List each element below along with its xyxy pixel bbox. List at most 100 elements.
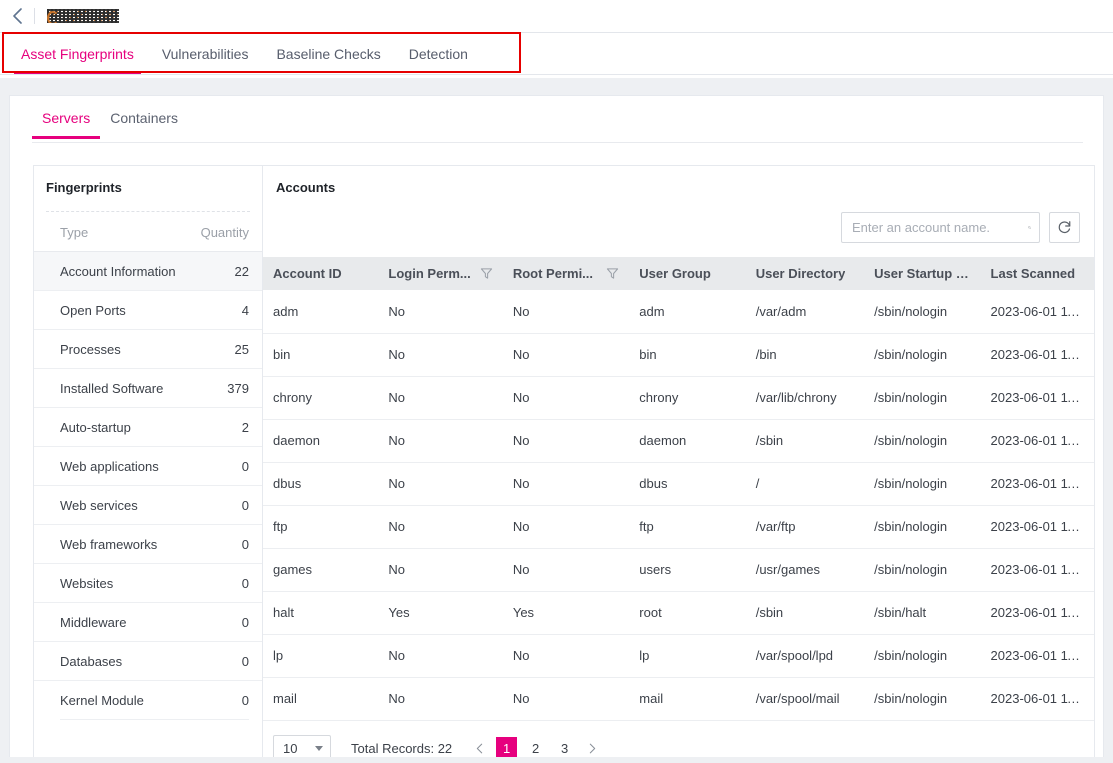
sidebar-item[interactable]: Kernel Module 0 (34, 680, 262, 719)
table-cell: /var/spool/mail (745, 677, 865, 721)
table-cell: /var/ftp (745, 505, 865, 549)
table-column-label: User Directory (755, 266, 846, 281)
table-cell: halt (263, 591, 379, 635)
sidebar-item[interactable]: Middleware 0 (34, 602, 262, 641)
sidebar-item-quantity: 379 (227, 380, 249, 396)
main-tab-list: Asset Fingerprints Vulnerabilities Basel… (0, 33, 1113, 78)
table-cell: No (378, 634, 503, 678)
table-row[interactable]: ftp No No ftp/var/ftp/sbin/nologin 2023-06-0… (263, 505, 1094, 549)
table-cell: games (263, 548, 379, 592)
table-row[interactable]: daemon No No daemon/sbin/sbin/nologin 2023-0… (263, 419, 1094, 463)
search-input[interactable] (852, 220, 1028, 235)
table-cell: chrony (629, 376, 746, 420)
sidebar-item-label: Auto-startup (60, 419, 131, 435)
sidebar-item-quantity: 22 (234, 263, 249, 279)
table-column-header: User Group (629, 257, 746, 290)
table-cell: 2023-06-01 11:... (980, 376, 1094, 420)
page-size-value: 10 (283, 740, 298, 756)
table-cell: adm (263, 290, 379, 334)
sub-tab-underline (32, 142, 1083, 143)
table-cell: 2023-06-01 11:... (980, 677, 1094, 721)
table-cell: daemon (629, 419, 746, 463)
page-number-button[interactable]: 1 (496, 737, 518, 759)
sidebar-item[interactable]: Processes 25 (34, 329, 262, 368)
table-row[interactable]: dbus No No dbus //sbin/nologin 2023-06-01 11:… (263, 462, 1094, 506)
tab-asset-fingerprints[interactable]: Asset Fingerprints (7, 33, 148, 74)
sub-tab-bar: Servers Containers (10, 96, 1103, 143)
table-cell: 2023-06-01 11:... (980, 591, 1094, 635)
table-cell: dbus (263, 462, 379, 506)
sidebar-item-quantity: 0 (241, 536, 249, 552)
table-cell: No (502, 376, 630, 420)
main-tab-bar: Asset Fingerprints Vulnerabilities Basel… (0, 33, 1113, 78)
page-number-button[interactable]: 3 (554, 737, 575, 759)
table-row[interactable]: games No No users/usr/games/sbin/nologin 202… (263, 548, 1094, 592)
sidebar-column-headers: Type Quantity (34, 212, 262, 251)
top-bar-divider (34, 8, 35, 24)
sidebar-item-quantity: 0 (241, 458, 249, 474)
back-button[interactable] (0, 0, 34, 33)
sidebar-col-quantity: Quantity (200, 225, 249, 240)
page-number-list: 123 (492, 737, 579, 759)
filter-icon[interactable] (480, 267, 493, 280)
page-number-button[interactable]: 2 (525, 737, 546, 759)
sidebar-item[interactable]: Web applications 0 (34, 446, 262, 485)
table-cell: /var/lib/chrony (745, 376, 865, 420)
table-cell: No (502, 548, 630, 592)
sidebar-item[interactable]: Account Information 22 (34, 251, 262, 290)
table-row[interactable]: halt Yes Yes root/sbin/sbin/halt 2023-06-01 … (263, 591, 1094, 635)
sidebar-item[interactable]: Web services 0 (34, 485, 262, 524)
table-cell: /sbin (745, 591, 865, 635)
sidebar-item-label: Web applications (60, 458, 159, 474)
table-cell: No (378, 505, 503, 549)
table-cell: /sbin/nologin (864, 376, 981, 420)
fingerprints-sidebar: Fingerprints Type Quantity Account Infor… (33, 165, 262, 763)
sidebar-item[interactable]: Web frameworks 0 (34, 524, 262, 563)
accounts-panel: Accounts Account ID (262, 165, 1095, 763)
tab-label: Vulnerabilities (161, 45, 249, 62)
sidebar-item[interactable]: Auto-startup 2 (34, 407, 262, 446)
sub-tab-containers[interactable]: Containers (100, 96, 188, 139)
tab-label: Detection (408, 45, 468, 62)
sidebar-item-label: Installed Software (60, 380, 164, 396)
tab-vulnerabilities[interactable]: Vulnerabilities (148, 33, 263, 74)
sidebar-col-type: Type (60, 225, 89, 240)
table-cell: No (378, 677, 503, 721)
table-cell: bin (263, 333, 379, 377)
table-cell: No (378, 419, 503, 463)
table-cell: lp (263, 634, 379, 678)
sidebar-item-label: Web services (60, 497, 138, 513)
table-cell: root (629, 591, 746, 635)
table-cell: 2023-06-01 11:... (980, 419, 1094, 463)
sidebar-item[interactable]: Open Ports 4 (34, 290, 262, 329)
filter-icon[interactable] (606, 267, 619, 280)
sidebar-item[interactable]: Installed Software 379 (34, 368, 262, 407)
table-cell: adm (629, 290, 746, 334)
table-cell: /usr/games (745, 548, 865, 592)
sidebar-list-end-divider (60, 719, 249, 720)
table-row[interactable]: chrony No No chrony/var/lib/chrony/sbin/nol… (263, 376, 1094, 420)
table-cell: dbus (629, 462, 746, 506)
table-row[interactable]: adm No No adm/var/adm/sbin/nologin 2023-06-0… (263, 290, 1094, 334)
tab-detection[interactable]: Detection (395, 33, 482, 74)
accounts-table: Account ID Login Perm... Root Permi... User… (263, 257, 1094, 721)
tab-label: Asset Fingerprints (21, 45, 134, 62)
table-column-header: Account ID (263, 257, 379, 290)
accounts-title: Accounts (276, 180, 336, 195)
search-icon[interactable] (1028, 220, 1031, 235)
table-row[interactable]: mail No No mail/var/spool/mail/sbin/nologin… (263, 677, 1094, 721)
tab-label: Baseline Checks (276, 45, 381, 62)
sidebar-item-quantity: 0 (241, 692, 249, 708)
chevron-left-icon (12, 8, 22, 24)
table-row[interactable]: lp No No lp/var/spool/lpd/sbin/nologin 2023-… (263, 634, 1094, 678)
tab-baseline-checks[interactable]: Baseline Checks (262, 33, 394, 74)
sidebar-item-quantity: 4 (241, 302, 249, 318)
table-row[interactable]: bin No No bin/bin/sbin/nologin 2023-06-01 11… (263, 333, 1094, 377)
bottom-strip (0, 757, 1113, 763)
search-box[interactable] (841, 212, 1040, 243)
sidebar-item[interactable]: Databases 0 (34, 641, 262, 680)
refresh-button[interactable] (1049, 212, 1080, 243)
sub-tab-servers[interactable]: Servers (32, 96, 101, 139)
sidebar-item[interactable]: Websites 0 (34, 563, 262, 602)
sidebar-item-label: Processes (60, 341, 121, 357)
